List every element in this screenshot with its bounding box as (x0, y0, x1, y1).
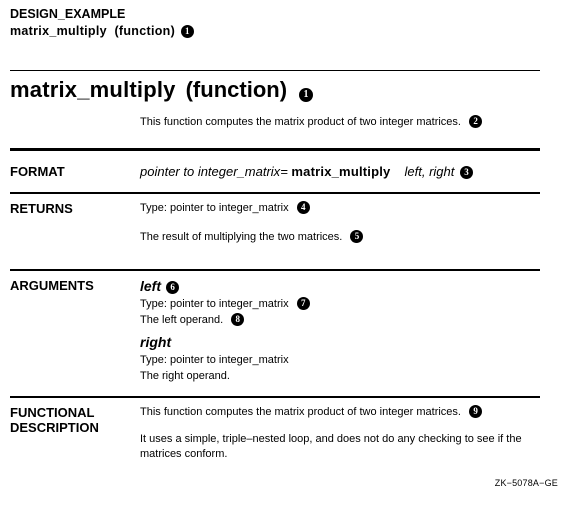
argument-desc-line: The left operand. 8 (140, 313, 540, 328)
callout-7-icon: 7 (297, 297, 310, 310)
argument-desc-line: The right operand. (140, 369, 540, 384)
returns-desc: The result of multiplying the two matric… (140, 231, 342, 243)
callout-9-icon: 9 (469, 405, 482, 418)
argument-item: right Type: pointer to integer_matrix Th… (140, 333, 540, 384)
routine-context: matrix_multiply (function) 1 (10, 23, 540, 40)
arguments-section: ARGUMENTS left 6 Type: pointer to intege… (10, 277, 540, 390)
routine-context-kind: (function) (114, 24, 175, 38)
argument-desc: The right operand. (140, 370, 230, 382)
functional-p2: It uses a simple, triple–nested loop, an… (140, 433, 522, 460)
returns-type-prefix: Type: (140, 202, 170, 214)
callout-4-icon: 4 (297, 201, 310, 214)
routine-context-name: matrix_multiply (10, 24, 107, 38)
format-routine-name: matrix_multiply (291, 164, 390, 179)
figure-id: ZK−5078A−GE (10, 478, 558, 488)
functional-p1-line: This function computes the matrix produc… (140, 405, 540, 420)
callout-3-icon: 3 (460, 166, 473, 179)
callout-1b-icon: 1 (299, 88, 313, 102)
title-row: matrix_multiply (function) 1 (10, 71, 540, 109)
format-args: left, right (405, 164, 455, 179)
argument-type-line: Type: pointer to integer_matrix (140, 353, 540, 368)
argument-type-value: pointer to integer_matrix (170, 354, 289, 366)
functional-p1: This function computes the matrix produc… (140, 406, 461, 418)
argument-type-value: pointer to integer_matrix (170, 298, 289, 310)
callout-1-icon: 1 (181, 25, 194, 38)
routine-title-name: matrix_multiply (10, 77, 176, 103)
returns-type-value: pointer to integer_matrix (170, 202, 289, 214)
functional-label-l1: FUNCTIONAL (10, 405, 95, 420)
routine-title-kind: (function) (186, 77, 287, 103)
functional-label-l2: DESCRIPTION (10, 420, 99, 435)
arguments-label: ARGUMENTS (10, 277, 140, 294)
argument-type-prefix: Type: (140, 298, 170, 310)
overview-text: This function computes the matrix produc… (140, 116, 461, 128)
argument-name-line: right (140, 333, 540, 352)
module-name: DESIGN_EXAMPLE (10, 6, 540, 23)
functional-label: FUNCTIONAL DESCRIPTION (10, 404, 140, 436)
argument-type-line: Type: pointer to integer_matrix 7 (140, 297, 540, 312)
callout-5-icon: 5 (350, 230, 363, 243)
returns-label: RETURNS (10, 200, 140, 217)
argument-name-line: left 6 (140, 277, 540, 296)
format-section: FORMAT pointer to integer_matrix= matrix… (10, 163, 540, 181)
argument-type-prefix: Type: (140, 354, 170, 366)
arguments-body: left 6 Type: pointer to integer_matrix 7… (140, 277, 540, 390)
functional-p2-line: It uses a simple, triple–nested loop, an… (140, 432, 540, 462)
format-body: pointer to integer_matrix= matrix_multip… (140, 163, 540, 181)
returns-type-line: Type: pointer to integer_matrix 4 (140, 201, 540, 216)
returns-desc-line: The result of multiplying the two matric… (140, 230, 540, 245)
callout-6-icon: 6 (166, 281, 179, 294)
functional-section: FUNCTIONAL DESCRIPTION This function com… (10, 404, 540, 468)
argument-name: right (140, 334, 171, 350)
argument-item: left 6 Type: pointer to integer_matrix 7… (140, 277, 540, 328)
overview-row: This function computes the matrix produc… (140, 115, 540, 130)
equals-sign: = (280, 164, 288, 179)
argument-desc: The left operand. (140, 314, 223, 326)
format-label: FORMAT (10, 163, 140, 180)
format-return-type: pointer to integer_matrix (140, 164, 280, 179)
returns-body: Type: pointer to integer_matrix 4 The re… (140, 200, 540, 251)
functional-body: This function computes the matrix produc… (140, 404, 540, 468)
returns-section: RETURNS Type: pointer to integer_matrix … (10, 200, 540, 251)
running-header: DESIGN_EXAMPLE matrix_multiply (function… (10, 6, 540, 40)
doc-page: DESIGN_EXAMPLE matrix_multiply (function… (0, 0, 568, 496)
callout-8-icon: 8 (231, 313, 244, 326)
argument-name: left (140, 278, 161, 294)
callout-2-icon: 2 (469, 115, 482, 128)
